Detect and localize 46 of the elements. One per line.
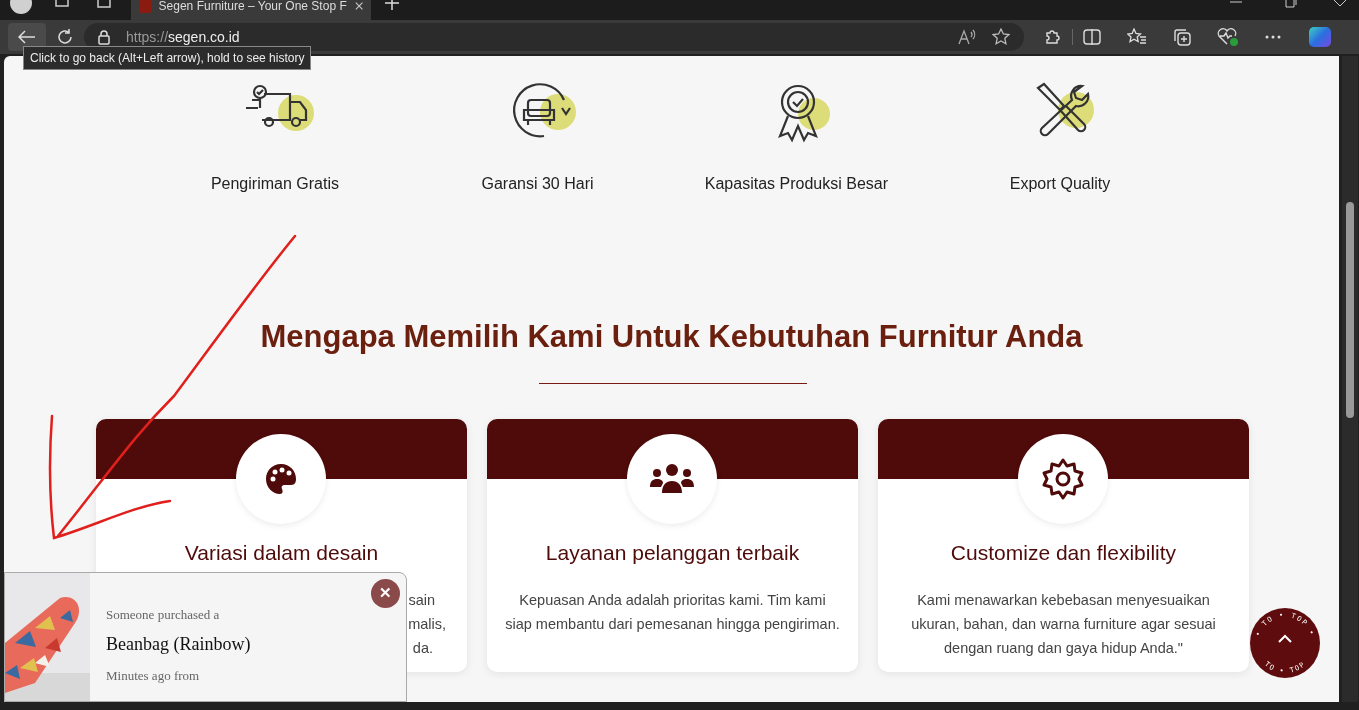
tab-icon[interactable] (97, 0, 111, 8)
more-icon[interactable] (1265, 35, 1281, 39)
url-text: https://segen.co.id (126, 27, 240, 47)
card-description: Kepuasan Anda adalah prioritas kami. Tim kami siap membantu dari pemesanan hingga pengiriman. (504, 591, 841, 634)
card-description: sain (408, 591, 435, 610)
card-title: Layanan pelanggan terbaik (544, 539, 801, 566)
close-button[interactable]: ✕ (371, 579, 400, 608)
back-arrow-icon (18, 30, 36, 44)
restore-icon[interactable] (1285, 0, 1297, 8)
popup-text: Minutes ago from (106, 666, 201, 685)
collections-icon[interactable] (1173, 28, 1191, 46)
product-name: Beanbag (Rainbow) (106, 632, 251, 656)
feature-label: Garansi 30 Hari (481, 174, 594, 194)
heart-pulse-icon[interactable] (1217, 27, 1239, 47)
card-description: Kami menawarkan kebebasan menyesuaikan ukuran, bahan, dan warna furniture agar sesuai dengan ruang dan gaya hidup Anda." (910, 591, 1217, 658)
feature-label: Export Quality (1009, 174, 1111, 194)
favorites-icon[interactable] (1127, 28, 1147, 46)
lock-icon (98, 29, 110, 45)
tab-title: Segen Furniture – Your One Stop F (158, 0, 347, 15)
minimize-icon[interactable] (1230, 0, 1242, 4)
tabs-icon[interactable] (54, 0, 70, 8)
new-tab-icon[interactable] (385, 0, 399, 10)
scrollbar[interactable] (1342, 56, 1358, 702)
tooltip: Click to go back (Alt+Left arrow), hold to see history (23, 46, 312, 70)
card-title: Customize dan flexibility (949, 539, 1178, 566)
browser-tab[interactable]: Segen Furniture – Your One Stop F (131, 0, 371, 20)
palette-icon (264, 461, 298, 496)
section-heading: Mengapa Memilih Kami Untuk Kebutuhan Furnitur Anda (259, 318, 1084, 356)
card-description: malis, (408, 615, 446, 634)
feature-label: Pengiriman Gratis (210, 174, 339, 194)
back-button[interactable] (8, 23, 46, 51)
card-description: da. (412, 639, 433, 658)
puzzle-icon[interactable] (1044, 28, 1062, 46)
feature-label: Kapasitas Produksi Besar (704, 174, 888, 194)
refresh-icon[interactable] (56, 28, 74, 46)
popup-text: Someone purchased a (106, 606, 221, 624)
address-bar[interactable]: https://segen.co.id (84, 23, 1024, 51)
split-screen-icon[interactable] (1083, 28, 1101, 46)
people-icon (649, 462, 695, 495)
copilot-icon[interactable] (1309, 27, 1331, 47)
read-aloud-icon[interactable] (958, 29, 976, 45)
settings-icon (1041, 456, 1085, 501)
card-title: Variasi dalam desain (183, 539, 380, 566)
star-icon[interactable] (992, 28, 1010, 46)
site-favicon (139, 0, 151, 13)
chevron-up-icon (1278, 634, 1292, 643)
